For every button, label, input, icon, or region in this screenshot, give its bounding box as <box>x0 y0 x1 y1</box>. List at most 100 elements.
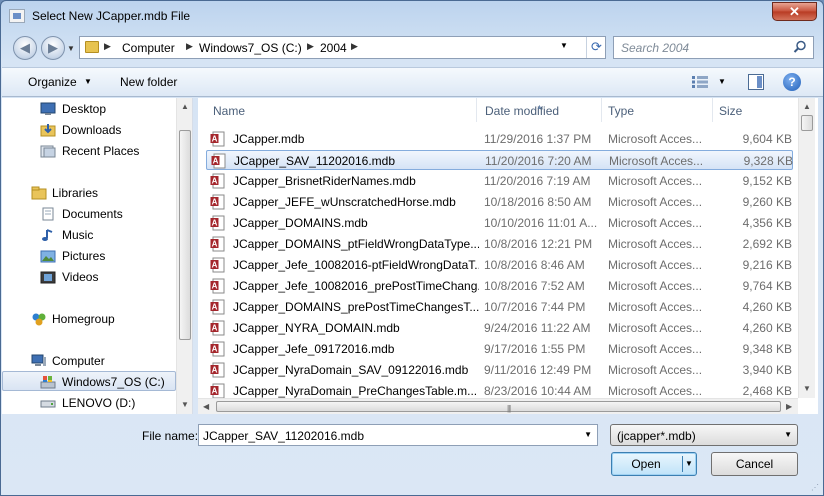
sidebar-item-videos[interactable]: Videos <box>2 267 176 287</box>
file-row[interactable]: A JCapper_Jefe_10082016-ptFieldWrongDataT… <box>206 255 793 275</box>
sidebar-item-computer[interactable]: Computer <box>2 351 176 371</box>
file-name-input[interactable]: JCapper_SAV_11202016.mdb ▼ <box>198 424 598 446</box>
chevron-right-icon[interactable]: ▶ <box>104 41 111 52</box>
refresh-icon[interactable]: ⟳ <box>586 37 606 58</box>
file-row[interactable]: A JCapper.mdb 11/29/2016 1:37 PM Microsoft … <box>206 129 793 149</box>
sidebar-item-downloads[interactable]: Downloads <box>2 120 176 140</box>
file-date-modified: 10/10/2016 11:01 A... <box>484 216 598 230</box>
sidebar-scrollbar[interactable]: ▲ ▼ <box>176 98 192 414</box>
forward-button[interactable]: ▶ <box>41 36 65 60</box>
file-row[interactable]: A JCapper_DOMAINS_ptFieldWrongDataType...… <box>206 234 793 254</box>
resize-grip-icon[interactable]: ⋰ <box>811 483 819 492</box>
file-date-modified: 11/29/2016 1:37 PM <box>484 132 592 146</box>
scrollbar-thumb[interactable] <box>179 130 191 340</box>
file-row[interactable]: A JCapper_Jefe_09172016.mdb 9/17/2016 1:55… <box>206 339 793 359</box>
file-type-filter-select[interactable]: (jcapper*.mdb) ▼ <box>610 424 798 446</box>
file-row[interactable]: A JCapper_Jefe_10082016_prePostTimeChang.… <box>206 276 793 296</box>
column-header-date[interactable]: Date modified <box>485 104 559 118</box>
access-database-icon: A <box>210 257 225 273</box>
navigation-pane: Desktop Downloads Recent Places Librarie… <box>2 98 193 414</box>
breadcrumb-computer[interactable]: Computer <box>122 41 175 55</box>
file-type: Microsoft Acces... <box>608 237 703 251</box>
file-list-horizontal-scrollbar[interactable]: ◀ ||| ▶ <box>198 398 798 414</box>
sidebar-item-recent-places[interactable]: Recent Places <box>2 141 176 161</box>
preview-pane-icon[interactable] <box>748 74 764 90</box>
access-database-icon: A <box>210 194 225 210</box>
access-database-icon: A <box>211 153 226 169</box>
column-header-size[interactable]: Size <box>719 104 742 118</box>
views-dropdown-icon[interactable]: ▼ <box>718 77 726 86</box>
file-row[interactable]: A JCapper_NYRA_DOMAIN.mdb 9/24/2016 11:22 … <box>206 318 793 338</box>
sidebar-item-homegroup[interactable]: Homegroup <box>2 309 176 329</box>
file-size: 9,152 KB <box>742 174 792 188</box>
svg-text:A: A <box>213 157 219 166</box>
scroll-up-icon[interactable]: ▲ <box>181 102 189 111</box>
search-input[interactable]: Search 2004 <box>613 36 814 59</box>
cancel-button[interactable]: Cancel <box>711 452 798 476</box>
column-divider[interactable] <box>476 98 477 122</box>
chevron-right-icon[interactable]: ▶ <box>351 41 358 52</box>
column-header-name[interactable]: Name <box>213 104 245 118</box>
sidebar-item-documents[interactable]: Documents <box>2 204 176 224</box>
new-folder-button[interactable]: New folder <box>120 75 177 89</box>
scroll-left-icon[interactable]: ◀ <box>203 402 209 411</box>
computer-icon <box>31 354 46 366</box>
open-options-dropdown-icon[interactable]: ▼ <box>685 453 693 475</box>
chevron-down-icon[interactable]: ▼ <box>584 430 592 439</box>
breadcrumb-folder[interactable]: 2004 <box>320 41 347 55</box>
sidebar-item-label: Desktop <box>62 102 107 116</box>
open-button[interactable]: Open ▼ <box>611 452 697 476</box>
sidebar-item-libraries[interactable]: Libraries <box>2 183 176 203</box>
chevron-right-icon[interactable]: ▶ <box>186 41 193 52</box>
help-icon[interactable]: ? <box>783 73 801 91</box>
file-size: 3,940 KB <box>742 363 792 377</box>
file-row[interactable]: A JCapper_SAV_11202016.mdb 11/20/2016 7:20… <box>206 150 793 170</box>
address-bar[interactable]: ▶ Computer ▶ Windows7_OS (C:) ▶ 2004 ▶ ▼… <box>79 36 606 59</box>
column-divider[interactable] <box>601 98 602 122</box>
back-button[interactable]: ◀ <box>13 36 37 60</box>
scroll-down-icon[interactable]: ▼ <box>803 384 811 393</box>
access-database-icon: A <box>210 215 225 231</box>
sidebar-item-desktop[interactable]: Desktop <box>2 99 176 119</box>
organize-button[interactable]: Organize <box>28 75 77 89</box>
file-date-modified: 10/18/2016 8:50 AM <box>484 195 592 209</box>
file-row[interactable]: A JCapper_DOMAINS.mdb 10/10/2016 11:01 A..… <box>206 213 793 233</box>
sidebar-item-windows7-os[interactable]: Windows7_OS (C:) <box>2 371 176 391</box>
sidebar-item-label: LENOVO (D:) <box>62 396 136 410</box>
sidebar-item-label: Documents <box>62 207 123 221</box>
sidebar-item-label: Computer <box>52 354 105 368</box>
chevron-down-icon[interactable]: ▼ <box>784 430 792 439</box>
file-row[interactable]: A JCapper_NyraDomain_SAV_09122016.mdb 9/11… <box>206 360 793 380</box>
scrollbar-thumb[interactable] <box>801 115 813 131</box>
file-row[interactable]: A JCapper_JEFE_wUnscratchedHorse.mdb 10/18… <box>206 192 793 212</box>
file-row[interactable]: A JCapper_DOMAINS_prePostTimeChangesT... 1… <box>206 297 793 317</box>
file-type: Microsoft Acces... <box>609 154 704 168</box>
sidebar-item-lenovo[interactable]: LENOVO (D:) <box>2 393 176 413</box>
chevron-down-icon[interactable]: ▼ <box>84 77 92 86</box>
recent-locations-dropdown-icon[interactable]: ▼ <box>67 44 75 53</box>
window-title: Select New JCapper.mdb File <box>32 9 191 23</box>
search-icon[interactable] <box>793 40 807 54</box>
column-header-type[interactable]: Type <box>608 104 634 118</box>
file-date-modified: 11/20/2016 7:19 AM <box>484 174 591 188</box>
address-dropdown-icon[interactable]: ▼ <box>560 41 568 50</box>
file-name: JCapper_BrisnetRiderNames.mdb <box>233 174 416 188</box>
file-row[interactable]: A JCapper_BrisnetRiderNames.mdb 11/20/2016… <box>206 171 793 191</box>
column-divider[interactable] <box>712 98 713 122</box>
chevron-right-icon[interactable]: ▶ <box>307 41 314 52</box>
file-date-modified: 10/8/2016 8:46 AM <box>484 258 585 272</box>
sidebar-item-music[interactable]: Music <box>2 225 176 245</box>
file-date-modified: 10/8/2016 12:21 PM <box>484 237 593 251</box>
scroll-up-icon[interactable]: ▲ <box>803 102 811 111</box>
scrollbar-thumb[interactable]: ||| <box>216 401 781 413</box>
scroll-right-icon[interactable]: ▶ <box>786 402 792 411</box>
open-button-label: Open <box>631 457 661 471</box>
scroll-down-icon[interactable]: ▼ <box>181 400 189 409</box>
breadcrumb-drive[interactable]: Windows7_OS (C:) <box>199 41 302 55</box>
change-view-icon[interactable] <box>692 75 708 89</box>
file-name: JCapper_NyraDomain_PreChangesTable.m... <box>233 384 478 398</box>
sidebar-item-pictures[interactable]: Pictures <box>2 246 176 266</box>
close-button[interactable]: ✕ <box>772 2 817 21</box>
file-list-vertical-scrollbar[interactable]: ▲ ▼ <box>798 98 815 398</box>
file-size: 9,348 KB <box>742 342 792 356</box>
